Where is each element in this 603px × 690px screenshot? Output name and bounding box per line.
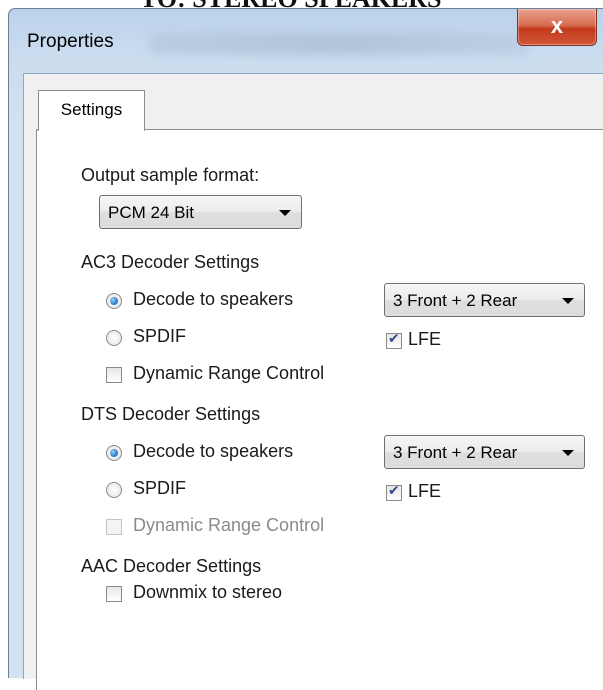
dialog-client-area: Settings Output sample format: PCM 24 Bi…	[23, 73, 603, 690]
dts-decode-label: Decode to speakers	[133, 441, 294, 461]
settings-tab-page: Output sample format: PCM 24 Bit AC3 Dec…	[36, 129, 603, 690]
dts-heading: DTS Decoder Settings	[81, 404, 261, 424]
ac3-speakers-select[interactable]: 3 Front + 2 Rear	[384, 283, 585, 317]
ac3-speakers-value: 3 Front + 2 Rear	[393, 291, 518, 310]
chevron-down-icon	[562, 450, 574, 456]
aac-downmix-label: Downmix to stereo	[133, 582, 283, 602]
properties-window: Properties x Settings Output sample form…	[8, 8, 603, 690]
ac3-spdif-label: SPDIF	[133, 326, 187, 346]
aac-downmix-checkbox[interactable]	[106, 586, 122, 602]
aac-heading: AAC Decoder Settings	[81, 556, 262, 576]
dts-drc-checkbox	[106, 519, 122, 535]
dts-lfe-label: LFE	[408, 481, 442, 501]
dts-decode-radio[interactable]	[106, 445, 122, 461]
ac3-lfe-checkbox[interactable]	[386, 331, 402, 349]
ac3-decode-radio[interactable]	[106, 293, 122, 309]
dts-spdif-label: SPDIF	[133, 478, 187, 498]
chevron-down-icon	[279, 210, 291, 216]
dts-drc-label: Dynamic Range Control	[133, 515, 325, 535]
ac3-spdif-radio[interactable]	[106, 330, 122, 346]
window-title: Properties	[27, 31, 114, 52]
dts-spdif-radio[interactable]	[106, 482, 122, 498]
output-format-label: Output sample format:	[81, 165, 260, 185]
ac3-drc-label: Dynamic Range Control	[133, 363, 325, 383]
title-bar[interactable]: Properties x	[9, 9, 603, 65]
close-button[interactable]: x	[517, 9, 597, 46]
tab-settings[interactable]: Settings	[38, 90, 145, 131]
ac3-lfe-label: LFE	[408, 329, 442, 349]
chevron-down-icon	[562, 298, 574, 304]
close-icon: x	[550, 13, 564, 38]
output-format-value: PCM 24 Bit	[108, 203, 194, 222]
tab-settings-label: Settings	[60, 100, 123, 119]
dts-speakers-value: 3 Front + 2 Rear	[393, 443, 518, 462]
output-format-select[interactable]: PCM 24 Bit	[99, 195, 302, 229]
ac3-drc-checkbox[interactable]	[106, 367, 122, 383]
dts-lfe-checkbox[interactable]	[386, 483, 402, 501]
title-bar-blur	[149, 33, 529, 55]
ac3-heading: AC3 Decoder Settings	[81, 252, 260, 272]
dts-speakers-select[interactable]: 3 Front + 2 Rear	[384, 435, 585, 469]
ac3-decode-label: Decode to speakers	[133, 289, 294, 309]
